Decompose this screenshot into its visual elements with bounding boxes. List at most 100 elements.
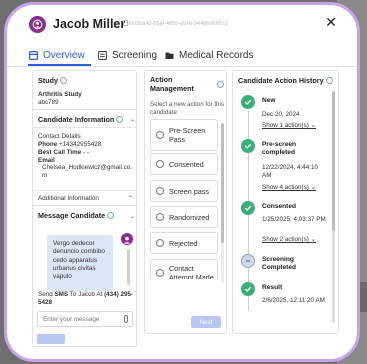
radio-button[interactable]: [156, 239, 164, 247]
info-icon[interactable]: [59, 77, 67, 84]
history-status: Consented: [262, 203, 297, 210]
radio-button[interactable]: [156, 131, 164, 139]
action-history-panel: Candidate Action History New Dec 20, 202…: [232, 70, 339, 334]
message-scrollbar[interactable]: [127, 249, 130, 285]
message-thread[interactable]: Vergo dedecor denuncio combibo cedo appa…: [37, 225, 134, 291]
study-name: Arthritis Study: [38, 91, 82, 98]
check-icon: [241, 139, 255, 153]
action-hint: Select a new action for this candidate:: [150, 101, 224, 117]
tab-bar: Overview Screening Medical Records: [7, 43, 357, 65]
history-date: 12/22/2024, 4:44:10 AM: [262, 164, 319, 180]
show-actions-link[interactable]: Show 4 action(s) ⌄: [262, 184, 316, 191]
action-option-label: Pre-Screen Pass: [169, 126, 206, 145]
divider: [33, 190, 136, 191]
email-value: Chelsea_Hodkiewicz@gmail.co.m: [42, 164, 133, 180]
chevron-down-icon: ⌄: [310, 122, 316, 129]
show-actions-link[interactable]: Show 2 action(s) ⌄: [262, 236, 316, 243]
action-option-label: Randomized: [169, 213, 210, 222]
contact-details: Contact Details Phone +14342955428 Best …: [38, 133, 135, 180]
candidate-info-title[interactable]: Candidate Information: [38, 115, 124, 124]
phone-value: +14342955428: [59, 140, 102, 148]
attachment-icon[interactable]: [124, 315, 128, 323]
action-option[interactable]: Contact Attempt Made: [150, 259, 218, 279]
radio-button[interactable]: [156, 213, 164, 221]
candidate-avatar-icon: [29, 16, 46, 33]
history-date: 1/25/2025, 4:03:37 PM: [262, 216, 326, 223]
send-prefix: Send: [38, 291, 53, 298]
show-actions-link-label: Show 1 action(s): [262, 122, 309, 129]
contact-details-label: Contact Details: [38, 133, 81, 140]
chevron-down-icon: ⌄: [310, 184, 316, 191]
radio-button[interactable]: [156, 269, 164, 277]
action-option-label: Screen pass: [169, 187, 209, 196]
radio-button[interactable]: [156, 187, 164, 195]
info-icon[interactable]: [116, 116, 124, 123]
chevron-up-icon[interactable]: ⌃: [128, 195, 133, 202]
overview-icon: [29, 50, 39, 60]
info-icon[interactable]: [107, 212, 115, 219]
send-sms-label: SMS: [54, 291, 69, 298]
info-icon[interactable]: [217, 81, 224, 88]
divider: [33, 205, 136, 206]
send-button[interactable]: [37, 334, 65, 344]
chevron-down-icon[interactable]: ⌄: [130, 116, 135, 123]
chevron-down-icon: ⌄: [310, 236, 316, 243]
tab-overview[interactable]: Overview: [29, 46, 85, 64]
info-icon[interactable]: [325, 77, 333, 84]
candidate-details-panel: Study Arthritis Study abc789 Candidate I…: [32, 70, 137, 347]
send-info: Send SMS To Jacob At (434) 295-5428: [38, 291, 135, 307]
tab-medical-records-label: Medical Records: [179, 49, 254, 61]
study-title-label: Study: [38, 76, 58, 85]
message-candidate-title[interactable]: Message Candidate: [38, 211, 115, 220]
tab-divider: [7, 66, 357, 67]
history-scrollbar-thumb[interactable]: [332, 91, 335, 231]
next-button[interactable]: Next: [191, 316, 221, 328]
show-actions-link-label: Show 4 action(s): [262, 184, 309, 191]
pending-icon: [241, 254, 255, 268]
action-history-title-label: Candidate Action History: [238, 76, 324, 85]
divider: [33, 109, 136, 110]
study-code: abc789: [38, 99, 59, 106]
tab-screening-label: Screening: [112, 49, 158, 61]
action-option[interactable]: Consented: [150, 153, 218, 175]
action-option-label: Consented: [169, 160, 204, 169]
divider: [33, 127, 136, 128]
modal-header: Jacob Miller 0602ba40-66af-4855-a57b-944…: [7, 5, 357, 43]
action-scrollbar-thumb[interactable]: [221, 123, 224, 243]
tab-screening[interactable]: Screening: [98, 46, 157, 64]
check-icon: [241, 201, 255, 215]
action-option[interactable]: Rejected: [150, 232, 218, 254]
candidate-name: Jacob Miller: [53, 17, 126, 31]
candidate-modal: Jacob Miller 0602ba40-66af-4855-a57b-944…: [4, 2, 360, 362]
action-option-label: Contact Attempt Made: [169, 264, 214, 279]
check-icon: [241, 95, 255, 109]
tab-medical-records[interactable]: Medical Records: [165, 46, 253, 64]
history-status: Result: [262, 284, 283, 291]
email-label: Email: [38, 156, 55, 164]
chevron-down-icon[interactable]: ⌄: [130, 213, 135, 220]
send-mid: To Jacob At: [69, 291, 103, 298]
radio-button[interactable]: [156, 160, 164, 168]
phone-label: Phone: [38, 140, 58, 148]
check-icon: [241, 282, 255, 296]
action-option[interactable]: Screen pass: [150, 180, 218, 202]
action-options: Pre-Screen Pass Consented Screen pass Ra…: [150, 119, 218, 279]
message-input[interactable]: [37, 311, 133, 327]
tab-overview-label: Overview: [43, 49, 85, 61]
show-actions-link[interactable]: Show 1 action(s) ⌄: [262, 122, 316, 129]
message-candidate-title-label: Message Candidate: [38, 211, 106, 220]
action-option[interactable]: Randomized: [150, 206, 218, 228]
screening-icon: [98, 50, 107, 60]
action-option[interactable]: Pre-Screen Pass: [150, 119, 218, 151]
history-date: 2/6/2025, 12:11:20 AM: [262, 297, 325, 304]
history-status: Pre-screen completed: [262, 141, 297, 157]
best-call-time-value: - -: [83, 148, 89, 156]
action-option-label: Rejected: [169, 239, 198, 248]
message-bubble: Vergo dedecor denuncio combibo cedo appa…: [47, 235, 113, 291]
close-button[interactable]: ✕: [324, 15, 338, 29]
history-status: New: [262, 97, 276, 104]
candidate-id: 0602ba40-66af-4855-a57b-94486d6ff213: [127, 21, 228, 27]
folder-icon: [165, 51, 174, 60]
additional-info-toggle[interactable]: Additional Information: [38, 195, 99, 203]
study-section-title: Study: [38, 76, 67, 85]
